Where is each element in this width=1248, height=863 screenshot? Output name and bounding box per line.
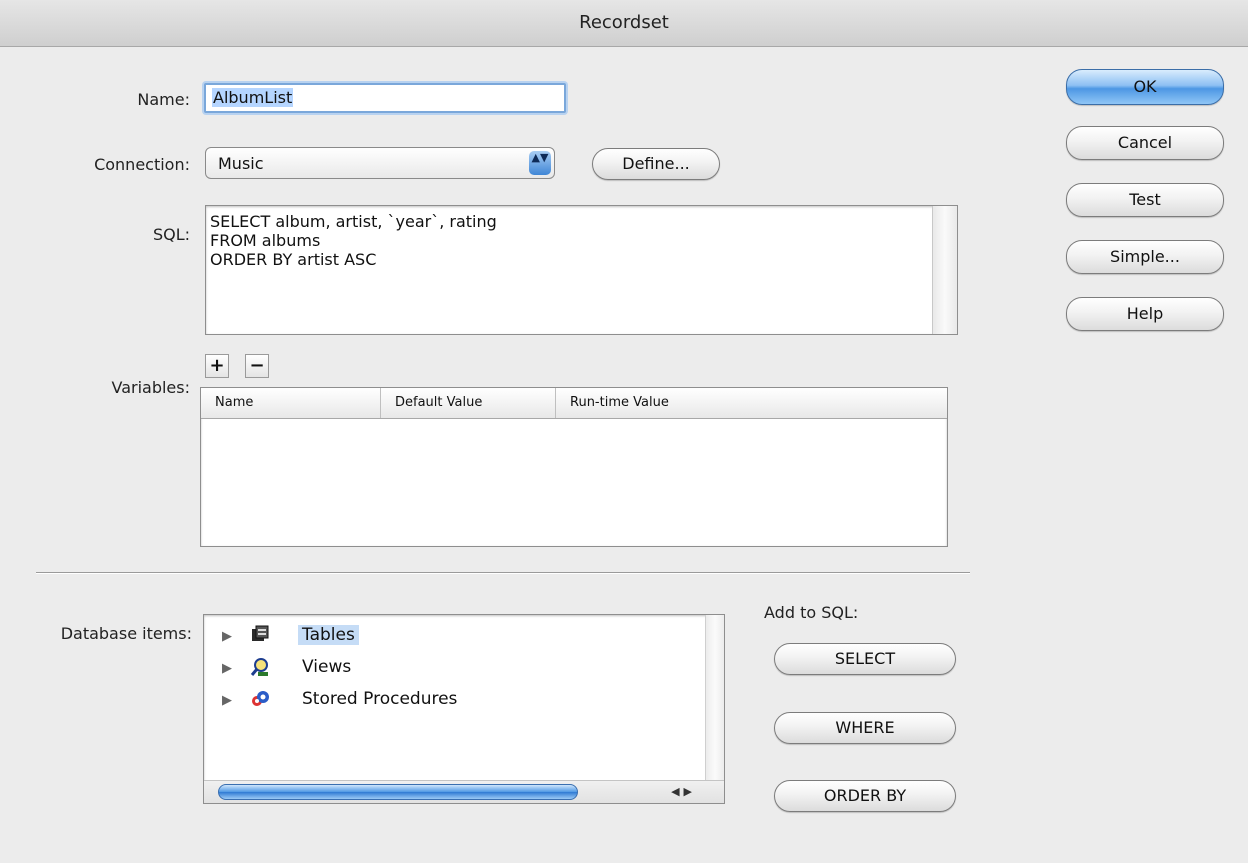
remove-variable-button[interactable]: − <box>245 354 269 378</box>
variables-table[interactable]: Name Default Value Run-time Value <box>200 387 948 547</box>
section-divider <box>36 572 970 574</box>
where-sql-button[interactable]: WHERE <box>774 712 956 744</box>
tree-item-tables[interactable]: ▶ Tables <box>204 623 684 651</box>
tree-vertical-scrollbar[interactable] <box>705 615 724 781</box>
tree-item-stored-procedures[interactable]: ▶ Stored Procedures <box>204 687 684 715</box>
tree-item-label: Tables <box>298 625 359 645</box>
define-button[interactable]: Define... <box>592 148 720 180</box>
database-items-tree[interactable]: ▶ Tables ▶ Views ▶ Stored Procedures ◀▶ <box>203 614 725 804</box>
name-input-value: AlbumList <box>212 88 294 107</box>
help-button[interactable]: Help <box>1066 297 1224 331</box>
connection-value: Music <box>218 154 264 173</box>
test-button[interactable]: Test <box>1066 183 1224 217</box>
connection-select[interactable]: Music ▲▼ <box>205 147 555 179</box>
tree-item-label: Views <box>302 657 352 677</box>
title-bar: Recordset <box>0 0 1248 47</box>
connection-label: Connection: <box>94 155 190 174</box>
sql-text: SELECT album, artist, `year`, rating FRO… <box>210 212 497 269</box>
simple-button[interactable]: Simple... <box>1066 240 1224 274</box>
add-to-sql-label: Add to SQL: <box>764 603 859 622</box>
scroll-thumb[interactable] <box>218 784 578 800</box>
sql-textarea[interactable]: SELECT album, artist, `year`, rating FRO… <box>205 205 958 335</box>
column-header-default-value[interactable]: Default Value <box>381 388 556 418</box>
column-header-name[interactable]: Name <box>201 388 381 418</box>
tree-item-views[interactable]: ▶ Views <box>204 655 684 683</box>
sql-scrollbar[interactable] <box>932 206 957 334</box>
column-header-runtime-value[interactable]: Run-time Value <box>556 388 947 418</box>
tree-item-label: Stored Procedures <box>302 689 458 709</box>
order-by-sql-button[interactable]: ORDER BY <box>774 780 956 812</box>
variables-label: Variables: <box>111 378 190 397</box>
database-items-label: Database items: <box>60 624 192 643</box>
disclosure-triangle-icon[interactable]: ▶ <box>222 693 232 708</box>
window-title: Recordset <box>579 12 669 33</box>
sql-label: SQL: <box>152 225 190 244</box>
ok-button[interactable]: OK <box>1066 69 1224 105</box>
disclosure-triangle-icon[interactable]: ▶ <box>222 661 232 676</box>
select-sql-button[interactable]: SELECT <box>774 643 956 675</box>
variables-table-header: Name Default Value Run-time Value <box>201 388 947 419</box>
table-icon <box>252 625 269 641</box>
name-label: Name: <box>137 90 190 109</box>
disclosure-triangle-icon[interactable]: ▶ <box>222 629 232 644</box>
add-variable-button[interactable]: + <box>205 354 229 378</box>
view-icon <box>250 658 268 676</box>
tree-horizontal-scrollbar[interactable]: ◀▶ <box>204 780 724 803</box>
scroll-arrows-icon[interactable]: ◀▶ <box>671 785 696 798</box>
name-input[interactable]: AlbumList <box>204 83 566 113</box>
stored-procedure-icon <box>252 691 269 706</box>
select-arrows-icon: ▲▼ <box>529 151 551 175</box>
cancel-button[interactable]: Cancel <box>1066 126 1224 160</box>
